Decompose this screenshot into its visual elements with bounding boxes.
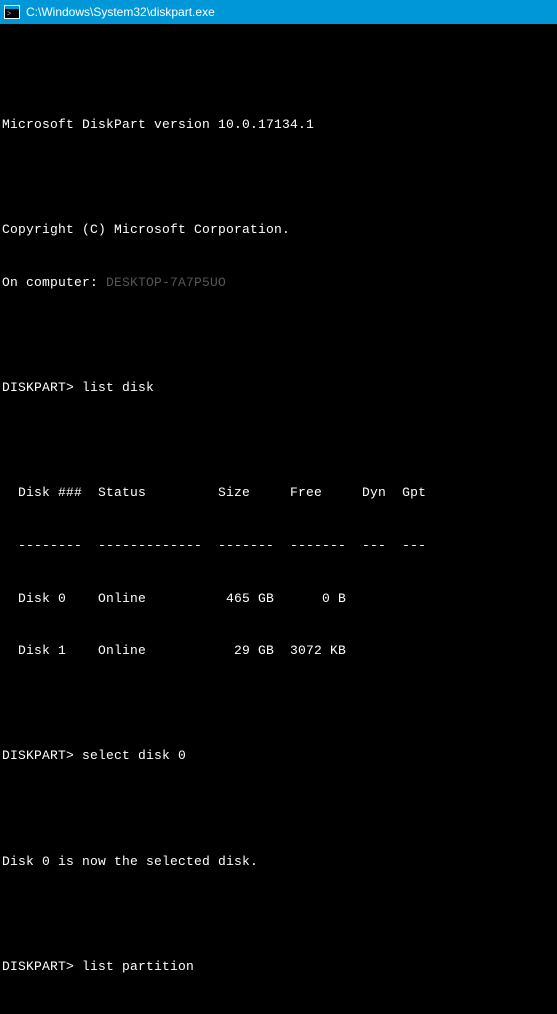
prompt-list-disk: DISKPART> list disk bbox=[2, 379, 555, 397]
console-line bbox=[2, 63, 555, 81]
copyright-line: Copyright (C) Microsoft Corporation. bbox=[2, 221, 555, 239]
console-line bbox=[2, 1011, 555, 1014]
console-output[interactable]: Microsoft DiskPart version 10.0.17134.1 … bbox=[0, 24, 557, 1014]
disk-row: Disk 0 Online 465 GB 0 B bbox=[2, 590, 555, 608]
svg-text:>: > bbox=[7, 9, 12, 18]
console-line bbox=[2, 905, 555, 923]
console-line bbox=[2, 695, 555, 713]
console-line bbox=[2, 168, 555, 186]
app-icon: > bbox=[4, 4, 20, 20]
disk-table-divider: -------- ------------- ------- ------- -… bbox=[2, 537, 555, 555]
prompt-list-partition: DISKPART> list partition bbox=[2, 958, 555, 976]
prompt-select-disk: DISKPART> select disk 0 bbox=[2, 747, 555, 765]
console-line bbox=[2, 800, 555, 818]
window-title: C:\Windows\System32\diskpart.exe bbox=[26, 5, 215, 19]
computer-line: On computer: DESKTOP-7A7P5UO bbox=[2, 274, 555, 292]
computer-name: DESKTOP-7A7P5UO bbox=[106, 275, 226, 290]
console-line bbox=[2, 326, 555, 344]
console-line bbox=[2, 432, 555, 450]
disk-table-header: Disk ### Status Size Free Dyn Gpt bbox=[2, 484, 555, 502]
selected-disk-line: Disk 0 is now the selected disk. bbox=[2, 853, 555, 871]
version-line: Microsoft DiskPart version 10.0.17134.1 bbox=[2, 116, 555, 134]
window-titlebar[interactable]: > C:\Windows\System32\diskpart.exe bbox=[0, 0, 557, 24]
disk-row: Disk 1 Online 29 GB 3072 KB bbox=[2, 642, 555, 660]
on-computer-label: On computer: bbox=[2, 275, 106, 290]
